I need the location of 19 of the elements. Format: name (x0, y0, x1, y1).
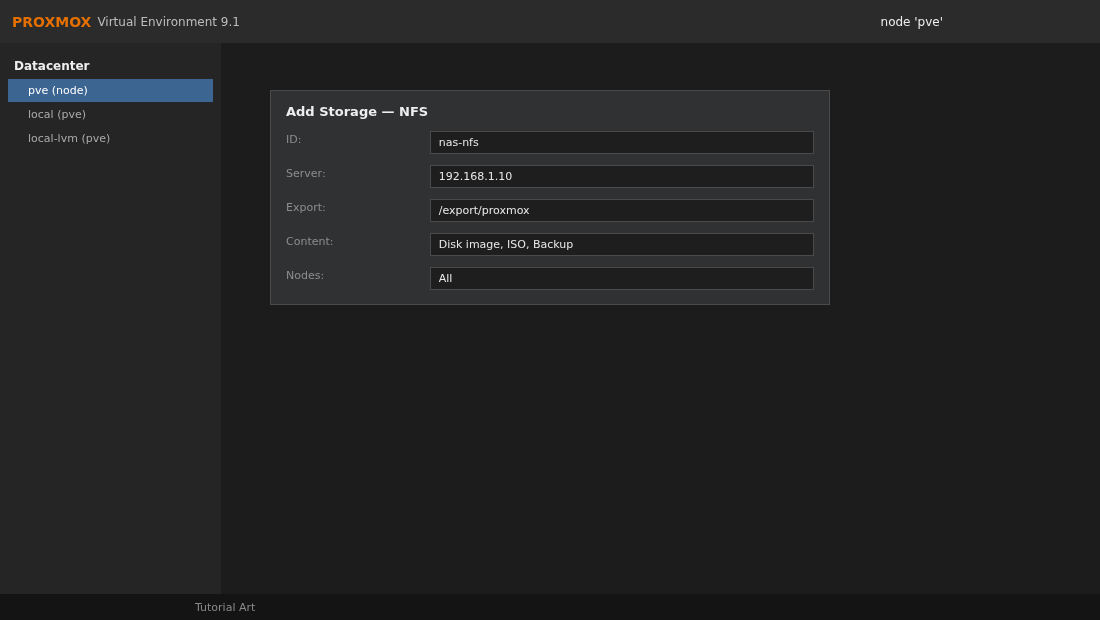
tree-item[interactable]: pve (node) (8, 79, 213, 102)
field-label: Nodes: (286, 268, 326, 282)
tree-item[interactable]: local (pve) (8, 103, 213, 126)
product-name: Virtual Environment 9.1 (97, 14, 240, 29)
input-field[interactable]: /export/proxmox (429, 198, 814, 222)
field-label: Content: (286, 234, 335, 248)
footer-text: Tutorial Art (195, 600, 256, 614)
tree-item[interactable]: local-lvm (pve) (8, 127, 213, 150)
field-label: Export: (286, 200, 327, 214)
input-field[interactable]: All (429, 266, 814, 290)
field-label: ID: (286, 132, 303, 146)
node-context: node 'pve' (880, 14, 943, 29)
dialog-title: Add Storage — NFS (286, 104, 430, 119)
input-field[interactable]: 192.168.1.10 (429, 164, 814, 188)
sidebar-title: Datacenter (13, 59, 91, 73)
input-field[interactable]: Disk image, ISO, Backup (429, 232, 814, 256)
input-field[interactable]: nas-nfs (429, 130, 814, 154)
brand-logo: PROXMOX (12, 13, 92, 30)
field-label: Server: (286, 166, 327, 180)
